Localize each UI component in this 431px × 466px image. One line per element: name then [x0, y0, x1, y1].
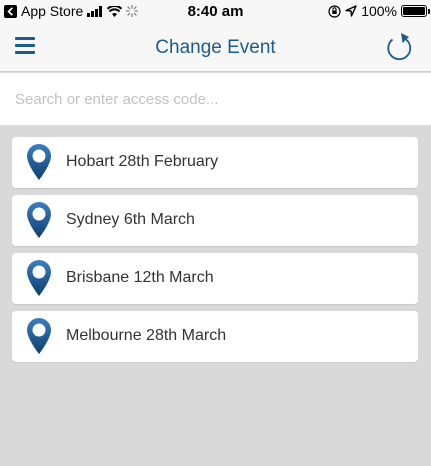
event-item-hobart[interactable]: Hobart 28th February — [12, 137, 418, 188]
status-bar-right: 100% — [328, 3, 430, 19]
battery-percent: 100% — [361, 3, 397, 19]
event-label: Melbourne 28th March — [66, 327, 227, 344]
event-label: Hobart 28th February — [66, 153, 219, 170]
map-pin-icon — [27, 144, 51, 180]
location-arrow-icon — [345, 5, 357, 17]
refresh-icon[interactable] — [384, 29, 414, 63]
map-pin-icon — [27, 202, 51, 238]
map-pin-icon — [27, 318, 51, 354]
status-bar: App Store 8:40 am 100% — [0, 0, 431, 22]
event-label: Sydney 6th March — [66, 211, 195, 228]
event-item-sydney[interactable]: Sydney 6th March — [12, 195, 418, 246]
event-list: Hobart 28th February Sydney 6th March Br… — [12, 137, 418, 369]
event-item-brisbane[interactable]: Brisbane 12th March — [12, 253, 418, 304]
battery-icon — [401, 5, 430, 17]
event-label: Brisbane 12th March — [66, 269, 214, 286]
orientation-lock-icon — [328, 4, 341, 18]
map-pin-icon — [27, 260, 51, 296]
nav-bar: Change Event — [0, 22, 431, 72]
search-input[interactable] — [0, 73, 431, 125]
page-title: Change Event — [155, 37, 276, 58]
event-item-melbourne[interactable]: Melbourne 28th March — [12, 311, 418, 362]
search-area — [0, 73, 431, 125]
